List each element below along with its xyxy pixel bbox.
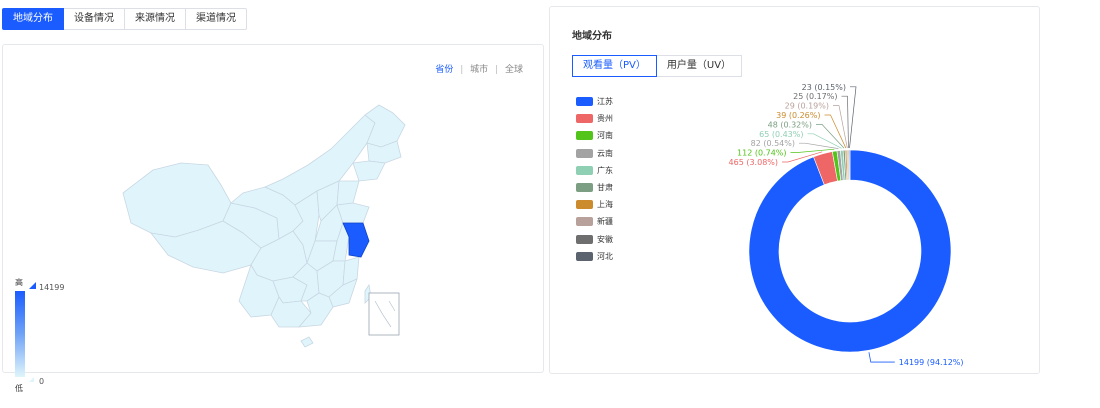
visual-map-min-handle[interactable] [29,377,34,382]
tab-channel[interactable]: 渠道情况 [186,8,247,30]
province-hainan[interactable] [300,336,314,348]
visual-map-low-label: 低 [15,384,23,393]
tab-source[interactable]: 来源情况 [125,8,186,30]
tab-region[interactable]: 地域分布 [2,8,64,30]
label-line [868,352,895,363]
province-hebei[interactable] [336,180,360,206]
visual-map-min-value: 0 [39,377,45,386]
label-line [849,86,857,149]
label-line [824,114,847,149]
data-label: 112 (0.74%) [737,149,786,158]
south-china-sea-inset [368,292,400,336]
data-label: 39 (0.26%) [776,111,820,120]
region-chart-card: 地域分布 观看量（PV） 用户量（UV） 江苏 贵州 河南 云南 广东 甘肃 上海 新疆 安徽河… [549,6,1040,374]
data-label: 82 (0.54%) [751,139,795,148]
label-line [790,148,835,153]
visual-map-high-label: 高 [15,278,23,287]
label-line [833,105,848,149]
data-label: 48 (0.32%) [768,120,812,129]
donut-chart: 14199 (94.12%) 465 (3.08%)112 (0.74%)82 (… [729,83,964,367]
tab-device[interactable]: 设备情况 [64,8,125,30]
visual-map-max-handle[interactable] [29,282,36,289]
china-map[interactable] [3,45,543,372]
data-label: 23 (0.15%) [802,83,846,92]
province-liaoning[interactable] [352,160,386,182]
analysis-tabs: 地域分布 设备情况 来源情况 渠道情况 [2,8,247,30]
province-shandong[interactable] [336,202,370,224]
page-root: 地域分布 设备情况 来源情况 渠道情况 省份 | 城市 | 全球 高 14199… [0,0,1100,408]
data-label: 65 (0.43%) [759,130,803,139]
donut-slice[interactable] [848,149,851,181]
map-card: 省份 | 城市 | 全球 高 14199 0 低 [2,44,544,393]
visual-map-max-value: 14199 [39,283,65,292]
visual-map-legend: 高 14199 0 低 [13,277,73,397]
label-line [816,124,845,149]
visual-map-gradient-bar[interactable] [15,291,25,377]
data-label: 14199 (94.12%) [899,358,964,367]
data-label: 25 (0.17%) [793,92,837,101]
data-label: 29 (0.19%) [785,102,829,111]
data-label: 465 (3.08%) [729,158,778,167]
